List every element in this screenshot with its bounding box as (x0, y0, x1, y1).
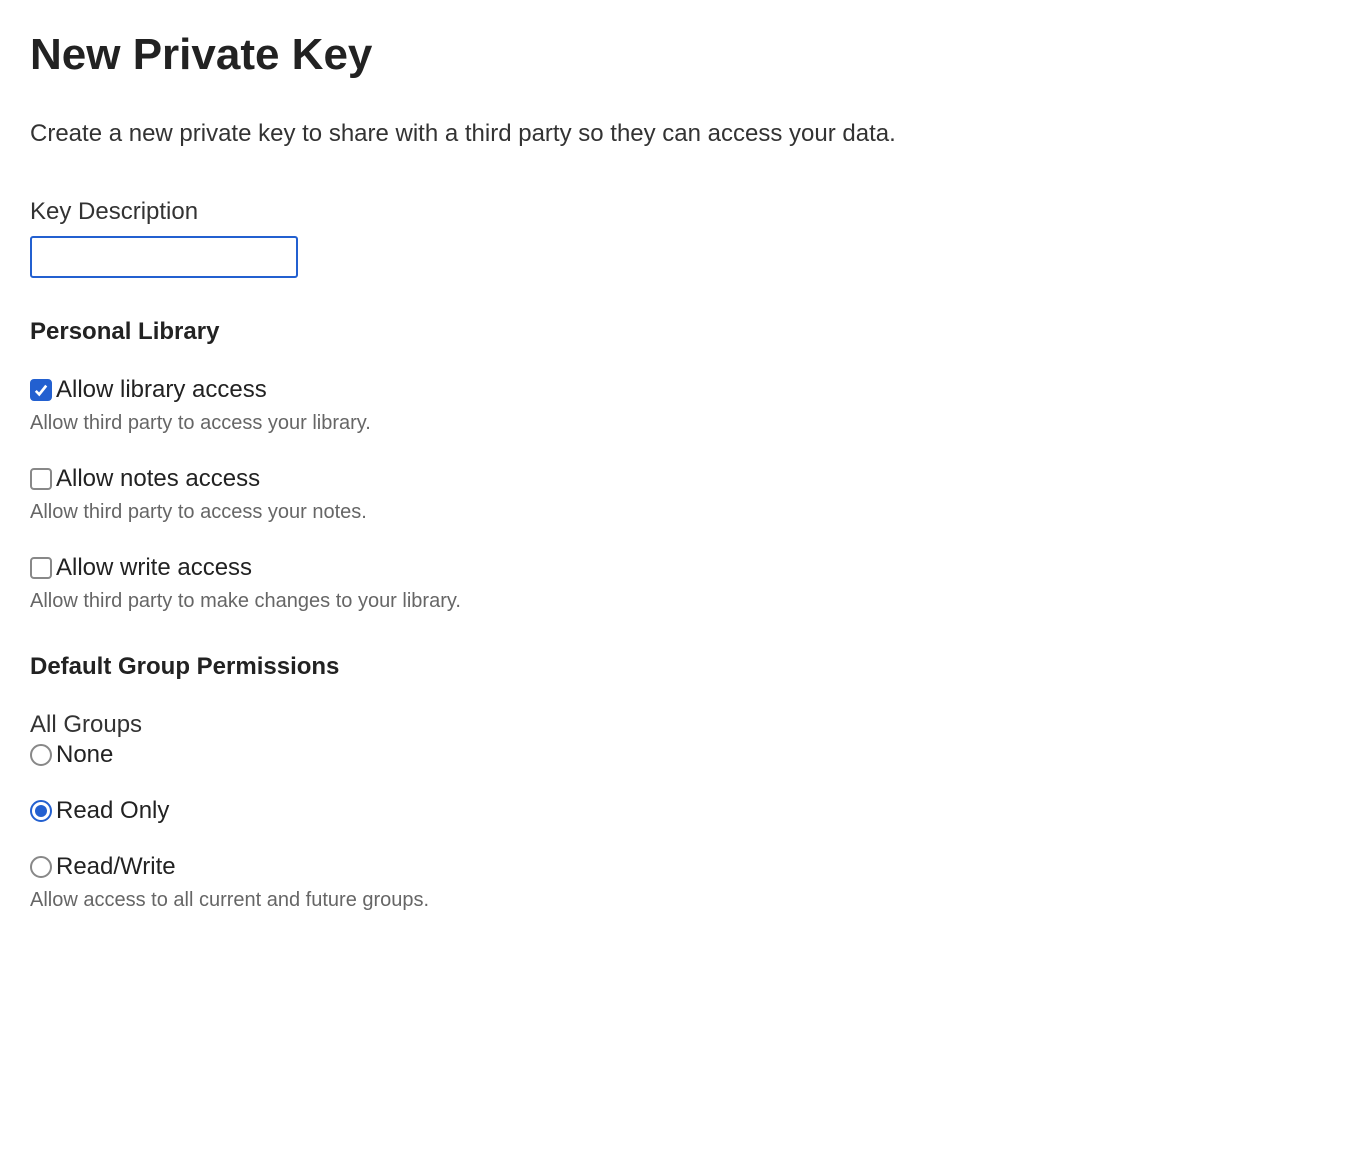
checkbox-allow-write-access[interactable] (30, 557, 52, 579)
group-permissions-desc: Allow access to all current and future g… (30, 889, 1322, 912)
check-icon (34, 383, 48, 397)
radio-row-read-only: Read Only (30, 797, 1322, 825)
checkbox-allow-library-access[interactable] (30, 379, 52, 401)
option-desc: Allow third party to access your library… (30, 412, 1322, 435)
radio-label: Read/Write (56, 853, 176, 881)
option-allow-library-access: Allow library access Allow third party t… (30, 376, 1322, 435)
page-description: Create a new private key to share with a… (30, 120, 1322, 148)
key-description-label: Key Description (30, 198, 1322, 226)
personal-library-heading: Personal Library (30, 318, 1322, 346)
option-desc: Allow third party to access your notes. (30, 501, 1322, 524)
option-allow-notes-access: Allow notes access Allow third party to … (30, 465, 1322, 524)
page-title: New Private Key (30, 30, 1322, 80)
radio-label: None (56, 741, 113, 769)
option-allow-write-access: Allow write access Allow third party to … (30, 554, 1322, 613)
option-desc: Allow third party to make changes to you… (30, 590, 1322, 613)
key-description-input[interactable] (30, 236, 298, 278)
option-label: Allow notes access (56, 465, 260, 493)
radio-row-read-write: Read/Write (30, 853, 1322, 881)
radio-read-only[interactable] (30, 800, 52, 822)
radio-read-write[interactable] (30, 856, 52, 878)
group-permissions-heading: Default Group Permissions (30, 653, 1322, 681)
radio-row-none: None (30, 741, 1322, 769)
all-groups-subheading: All Groups (30, 711, 1322, 739)
radio-label: Read Only (56, 797, 169, 825)
radio-none[interactable] (30, 744, 52, 766)
option-label: Allow write access (56, 554, 252, 582)
checkbox-allow-notes-access[interactable] (30, 468, 52, 490)
option-label: Allow library access (56, 376, 267, 404)
